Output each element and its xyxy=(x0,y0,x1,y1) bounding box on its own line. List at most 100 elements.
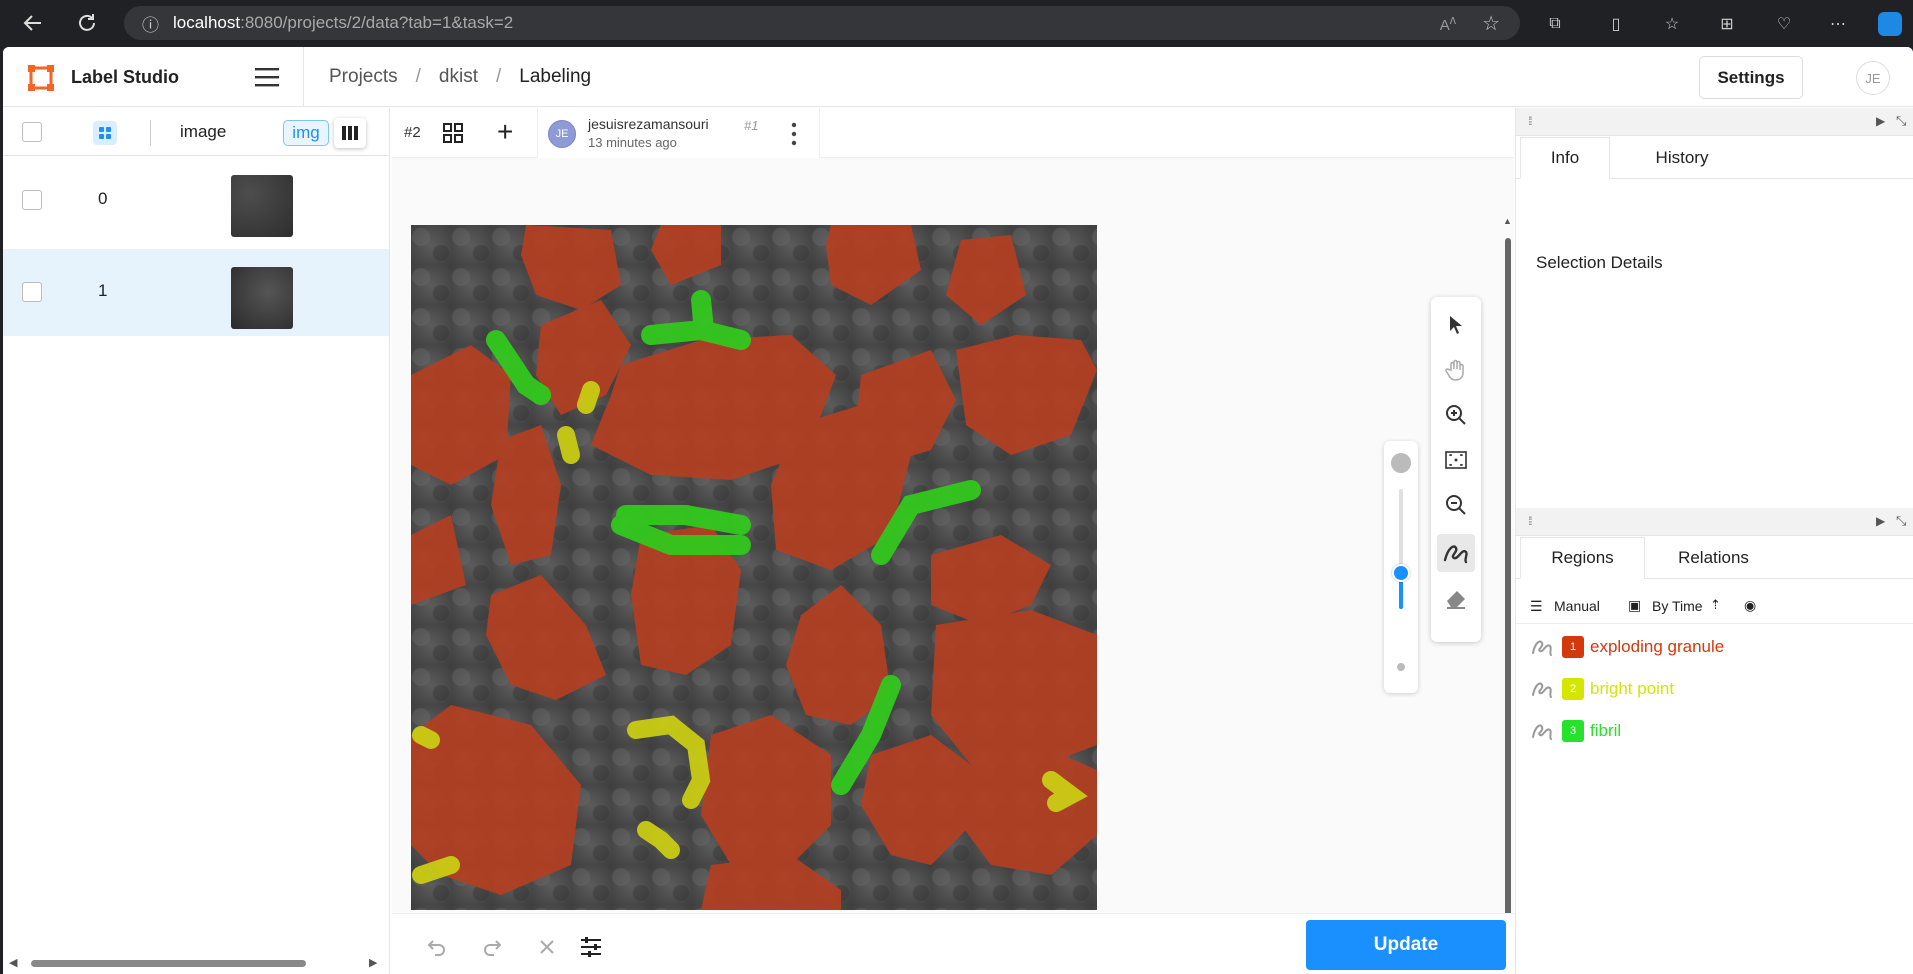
zoom-in-icon[interactable] xyxy=(1440,399,1472,431)
undo-icon[interactable] xyxy=(424,934,450,960)
collapse-icon[interactable]: ⤡ xyxy=(1896,513,1906,529)
row-thumbnail xyxy=(231,175,293,237)
panel-header-regions[interactable]: ⁞⁞ ▶ ⤡ xyxy=(1516,508,1913,536)
table-row-selected[interactable]: 1 xyxy=(3,249,389,336)
breadcrumb-projects[interactable]: Projects xyxy=(329,66,398,88)
scrollbar-thumb[interactable] xyxy=(31,960,306,967)
regions-tabs: Regions Relations xyxy=(1516,537,1913,579)
label-studio-app: Label Studio Projects / dkist / Labeling… xyxy=(3,47,1913,974)
data-list-header: image img xyxy=(3,108,389,156)
copilot-icon[interactable] xyxy=(1878,12,1902,36)
redo-icon[interactable] xyxy=(479,934,505,960)
bottom-bar: Update xyxy=(392,913,1514,974)
user-avatar[interactable]: JE xyxy=(1856,61,1890,95)
brush-region-icon xyxy=(1532,682,1552,698)
fit-to-screen-icon[interactable] xyxy=(1440,444,1472,476)
drag-handle-icon[interactable]: ⁞⁞ xyxy=(1528,114,1532,128)
annotation-tabs-bar: #2 + JE jesuisrezamansouri #1 13 minutes… xyxy=(392,108,1514,158)
sort-by-time[interactable]: By Time xyxy=(1652,598,1703,614)
region-label: exploding granule xyxy=(1590,637,1725,656)
sort-direction-icon[interactable]: ⇡ xyxy=(1710,597,1721,613)
read-aloud-icon[interactable]: Aʌ xyxy=(1440,13,1456,34)
eraser-icon[interactable] xyxy=(1440,582,1472,614)
collections-icon[interactable]: ⊞ xyxy=(1713,10,1741,38)
tab-relations[interactable]: Relations xyxy=(1651,537,1776,579)
favorite-star-icon[interactable]: ☆ xyxy=(1482,11,1500,36)
row-checkbox[interactable] xyxy=(22,190,42,210)
region-item[interactable]: 3 fibril xyxy=(1516,711,1913,751)
columns-icon[interactable] xyxy=(334,118,366,148)
settings-button[interactable]: Settings xyxy=(1699,56,1803,99)
annotation-tab[interactable]: JE jesuisrezamansouri #1 13 minutes ago xyxy=(537,108,820,158)
collapse-icon[interactable]: ⤡ xyxy=(1896,113,1906,129)
region-index-badge: 3 xyxy=(1562,720,1584,742)
reset-icon[interactable] xyxy=(534,934,560,960)
site-info-icon[interactable]: ⓘ xyxy=(142,11,159,36)
segmentation-image[interactable] xyxy=(411,225,1097,910)
image-canvas[interactable] xyxy=(411,225,1097,910)
expand-icon[interactable]: ▶ xyxy=(1876,514,1885,528)
annotator-avatar: JE xyxy=(548,120,576,148)
settings-sliders-icon[interactable] xyxy=(578,934,604,960)
vertical-scrollbar[interactable]: ▲ xyxy=(1503,216,1513,956)
health-icon[interactable]: ♡ xyxy=(1770,10,1798,38)
extensions-icon[interactable]: ⧉ xyxy=(1541,10,1569,38)
region-item[interactable]: 2 bright point xyxy=(1516,669,1913,709)
more-vertical-icon[interactable] xyxy=(790,120,798,148)
data-list-panel: image img 0 1 ◀ ▶ xyxy=(3,108,390,974)
annotations-grid-icon[interactable] xyxy=(442,122,464,144)
more-icon[interactable]: ⋯ xyxy=(1824,10,1852,38)
add-annotation-icon[interactable]: + xyxy=(497,118,513,146)
reload-icon[interactable] xyxy=(72,8,102,38)
url-path: :8080/projects/2/data?tab=1&task=2 xyxy=(240,13,514,32)
tab-info[interactable]: Info xyxy=(1520,137,1610,179)
side-panel: ⁞⁞ ▶ ⤡ Info History Selection Details ⁞⁞… xyxy=(1515,108,1913,974)
horizontal-scrollbar[interactable]: ◀ ▶ xyxy=(3,953,389,973)
breadcrumb-project[interactable]: dkist xyxy=(439,66,478,88)
update-button[interactable]: Update xyxy=(1306,920,1506,970)
calendar-icon[interactable]: ▣ xyxy=(1628,597,1641,614)
info-tabs: Info History xyxy=(1516,137,1913,179)
sort-manual[interactable]: Manual xyxy=(1554,598,1600,614)
tab-regions[interactable]: Regions xyxy=(1520,537,1645,579)
brush-icon[interactable] xyxy=(1437,534,1475,572)
expand-icon[interactable]: ▶ xyxy=(1876,114,1885,128)
row-id: 0 xyxy=(98,189,108,208)
table-row[interactable]: 0 xyxy=(3,157,389,244)
column-type-badge: img xyxy=(283,120,329,146)
select-all-checkbox[interactable] xyxy=(22,122,42,142)
split-screen-icon[interactable]: ▯ xyxy=(1602,10,1630,38)
visibility-icon[interactable]: ◉ xyxy=(1744,597,1756,614)
regions-toolbar: ☰ Manual ▣ By Time ⇡ ◉ xyxy=(1516,588,1913,624)
row-checkbox[interactable] xyxy=(22,282,42,302)
task-number: #2 xyxy=(404,124,421,141)
column-header-image[interactable]: image xyxy=(180,122,226,142)
scrollbar-thumb[interactable] xyxy=(1505,238,1511,953)
brush-size-slider[interactable] xyxy=(1384,441,1418,693)
selection-details-heading: Selection Details xyxy=(1536,253,1663,272)
region-label: fibril xyxy=(1590,721,1622,740)
hand-icon[interactable] xyxy=(1440,354,1472,386)
address-bar[interactable]: ⓘ localhost:8080/projects/2/data?tab=1&t… xyxy=(124,6,1520,40)
back-icon[interactable] xyxy=(18,8,48,38)
breadcrumb-separator: / xyxy=(415,66,421,87)
manual-sort-icon[interactable]: ☰ xyxy=(1530,598,1543,615)
column-selector-icon[interactable] xyxy=(93,121,117,145)
region-item[interactable]: 1 exploding granule xyxy=(1516,627,1913,667)
slider-handle[interactable] xyxy=(1392,564,1410,582)
brand-name: Label Studio xyxy=(71,67,179,87)
panel-header-info[interactable]: ⁞⁞ ▶ ⤡ xyxy=(1516,108,1913,136)
drag-handle-icon[interactable]: ⁞⁞ xyxy=(1528,514,1532,528)
label-studio-logo-icon[interactable] xyxy=(27,64,55,92)
brush-size-small-icon xyxy=(1397,663,1405,671)
select-icon[interactable] xyxy=(1440,309,1472,341)
breadcrumb-current: Labeling xyxy=(519,66,592,87)
menu-icon[interactable] xyxy=(253,65,281,89)
zoom-out-icon[interactable] xyxy=(1440,489,1472,521)
brush-region-icon xyxy=(1532,640,1552,656)
annotation-number: #1 xyxy=(744,118,759,133)
favorites-icon[interactable]: ☆ xyxy=(1658,10,1686,38)
browser-chrome: ⓘ localhost:8080/projects/2/data?tab=1&t… xyxy=(0,0,1913,47)
tab-history[interactable]: History xyxy=(1616,137,1748,179)
labeling-area: #2 + JE jesuisrezamansouri #1 13 minutes… xyxy=(392,108,1514,974)
